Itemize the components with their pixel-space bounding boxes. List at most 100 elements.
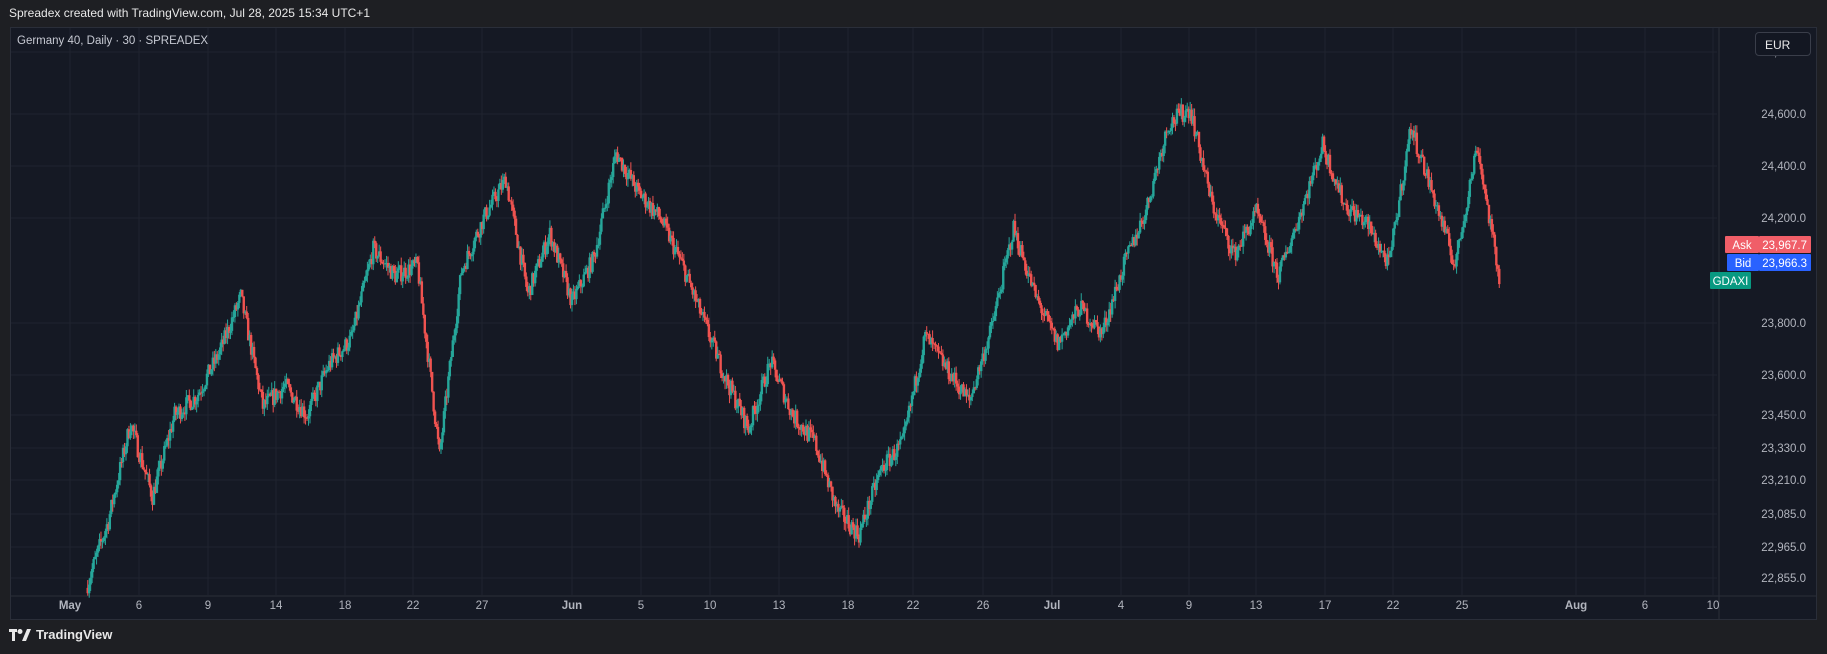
candle-body [1417, 154, 1420, 157]
candle-body [1308, 181, 1311, 199]
candle-body [934, 343, 937, 346]
bid-tag: Bid [1735, 258, 1752, 270]
candle-body [838, 507, 842, 512]
candle-body [1110, 299, 1114, 315]
x-tick-label: 22 [1387, 600, 1400, 612]
candle-body [136, 435, 139, 458]
candle-body [772, 356, 775, 361]
candle-body [756, 405, 759, 414]
candle-body [1312, 165, 1316, 176]
candle-body [704, 317, 708, 320]
candle-body [987, 337, 990, 349]
candle-body [979, 361, 983, 372]
candle-body [180, 414, 184, 419]
candle-body [1430, 180, 1433, 191]
candle-body [1477, 152, 1480, 157]
candle-body [491, 194, 494, 205]
candle-body [681, 258, 684, 261]
candle-body [999, 291, 1002, 294]
candle-body [108, 514, 112, 530]
candle-body [501, 179, 505, 190]
candle-body [417, 262, 421, 284]
candle-body [632, 175, 636, 186]
candle-body [489, 204, 493, 208]
candle-body [875, 480, 878, 491]
candle-body [1278, 266, 1282, 283]
candle-body [92, 559, 95, 569]
candle-body [376, 255, 379, 259]
candle-body [638, 186, 641, 191]
candle-body [878, 470, 881, 476]
candle-body [171, 420, 175, 432]
candle-body [302, 406, 306, 418]
candle-body [779, 379, 783, 382]
candle-body [1450, 255, 1454, 265]
candle-body [436, 426, 440, 439]
candle-body [666, 223, 669, 228]
candle-body [1250, 222, 1254, 226]
candle-body [395, 272, 399, 283]
candle-body [1448, 233, 1451, 246]
candle-body [993, 316, 996, 321]
candle-body [338, 347, 341, 356]
candle-body [1022, 257, 1026, 261]
candle-body [448, 360, 452, 377]
candle-body [975, 379, 978, 388]
candle-body [885, 454, 889, 471]
candle-body [405, 277, 409, 279]
candle-body [907, 405, 911, 418]
candle-body [155, 476, 159, 493]
candle-body [584, 272, 587, 275]
candle-body [745, 415, 749, 427]
candle-body [876, 475, 880, 481]
candle-body [1383, 250, 1386, 257]
candle-body [266, 395, 269, 405]
candle-body [1047, 314, 1051, 322]
candle-body [879, 466, 883, 471]
candle-body [1206, 171, 1210, 184]
candle-body [791, 409, 794, 417]
candle-body [1262, 222, 1265, 227]
candle-body [1032, 282, 1036, 286]
candle-body [1496, 265, 1499, 269]
candle-body [1144, 209, 1148, 221]
tradingview-logo[interactable]: TradingView [9, 627, 112, 642]
candle-body [1292, 232, 1295, 239]
candle-body [856, 525, 859, 537]
candle-body [307, 416, 310, 419]
x-tick-label: 10 [704, 600, 717, 612]
candle-body [991, 320, 995, 323]
candle-body [997, 293, 1001, 298]
candle-body [255, 368, 259, 376]
candlestick-chart[interactable]: 24,800.024,600.024,400.024,200.023,800.0… [0, 0, 1827, 654]
candle-body [397, 268, 400, 273]
candle-body [1395, 220, 1398, 223]
candle-body [1102, 327, 1105, 335]
candle-body [514, 218, 518, 235]
candle-body [918, 372, 921, 378]
candle-body [229, 330, 232, 333]
candle-body [1068, 325, 1071, 328]
candle-body [535, 263, 538, 271]
candle-body [660, 219, 663, 224]
candle-body [96, 545, 100, 553]
candle-body [731, 380, 734, 392]
candle-body [748, 427, 752, 433]
candle-body [1446, 228, 1449, 234]
candle-body [352, 325, 356, 331]
candle-body [525, 276, 528, 287]
candle-body [1252, 211, 1255, 223]
candle-body [1256, 203, 1260, 214]
candle-body [124, 446, 128, 455]
candle-body [685, 275, 688, 282]
candle-body [698, 299, 702, 314]
candle-body [1219, 217, 1223, 225]
candle-body [639, 190, 643, 199]
currency-selector[interactable]: EUR [1755, 32, 1811, 56]
candle-body [1393, 222, 1396, 229]
candle-body [937, 346, 940, 352]
candle-body [1152, 181, 1155, 197]
candle-body [919, 363, 923, 373]
candle-body [379, 251, 382, 262]
candle-body [871, 486, 874, 502]
